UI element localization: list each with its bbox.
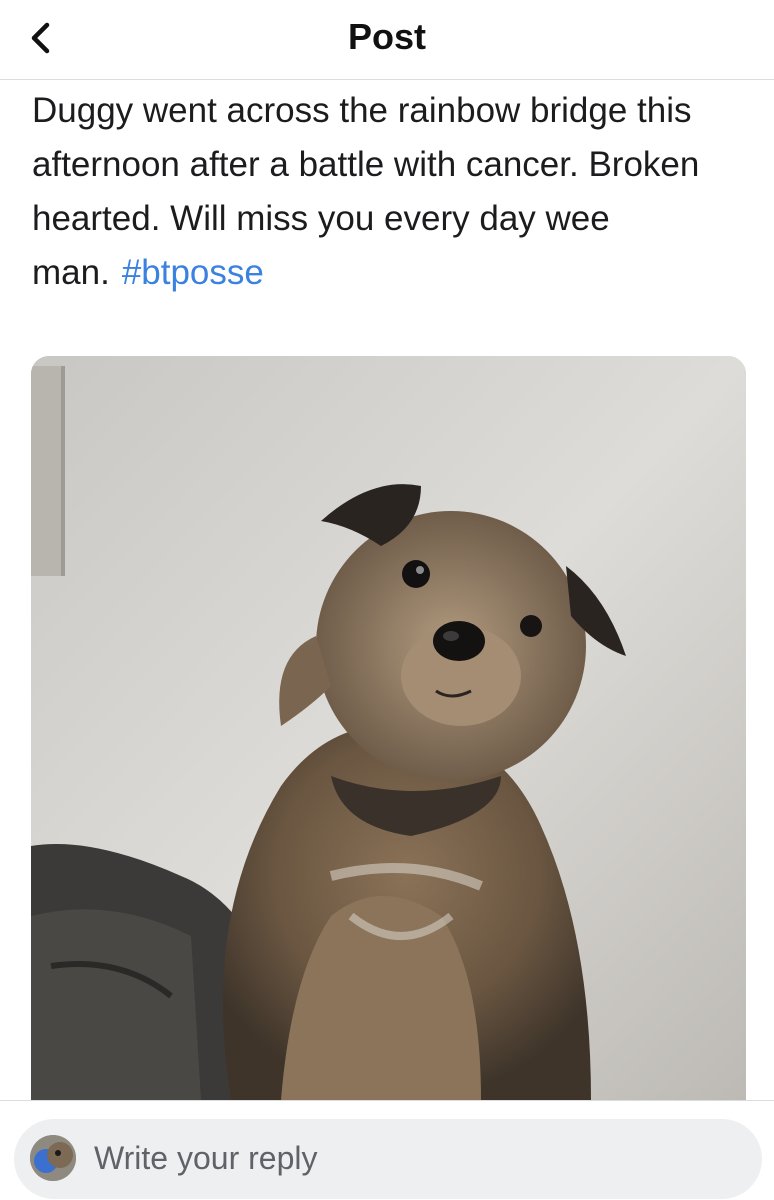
user-avatar: [30, 1135, 76, 1181]
post-body: Duggy went across the rainbow bridge thi…: [32, 84, 752, 300]
page-title: Post: [347, 16, 426, 57]
hashtag-link[interactable]: #btposse: [122, 253, 264, 292]
reply-bar: Write your reply: [0, 1100, 774, 1200]
top-bar: Post: [0, 0, 774, 80]
reply-input[interactable]: Write your reply: [14, 1119, 762, 1199]
reply-placeholder: Write your reply: [94, 1140, 318, 1176]
post-photo[interactable]: [31, 356, 746, 1100]
